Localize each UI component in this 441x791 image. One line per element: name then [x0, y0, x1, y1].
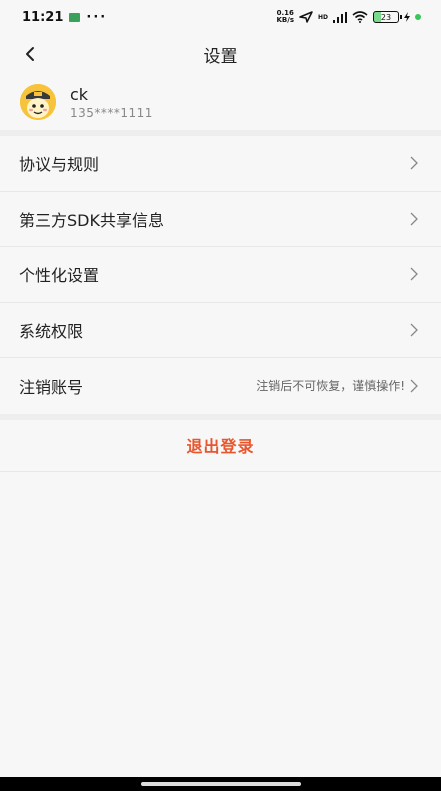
user-profile[interactable]: ck 135****1111: [0, 74, 441, 130]
menu-item-right: [409, 156, 419, 170]
location-arrow-icon: [299, 11, 313, 23]
battery-level: 23: [380, 12, 392, 22]
menu-item-delete-account[interactable]: 注销账号 注销后不可恢复，谨慎操作!: [0, 358, 441, 414]
menu-item-label: 个性化设置: [19, 266, 100, 286]
delete-account-warning: 注销后不可恢复，谨慎操作!: [256, 379, 405, 394]
status-bar: 11:21 ··· 0.16 KB/s HD 23: [0, 0, 441, 34]
avatar[interactable]: [20, 84, 56, 120]
system-navigation-bar: [0, 777, 441, 791]
chevron-right-icon: [410, 212, 418, 226]
status-time: 11:21: [22, 9, 64, 25]
charging-bolt-icon: [404, 12, 410, 22]
back-button[interactable]: [16, 40, 44, 68]
profile-name: ck: [70, 84, 89, 104]
status-left: 11:21 ···: [22, 10, 107, 25]
menu-item-right: [409, 212, 419, 226]
chevron-left-icon: [26, 47, 34, 61]
signal-icon: [333, 11, 347, 23]
profile-text: ck 135****1111: [70, 85, 153, 120]
menu-item-label: 注销账号: [19, 377, 84, 397]
navigation-bar: 设置: [0, 34, 441, 74]
menu-item-right: [409, 323, 419, 337]
settings-menu: 协议与规则 第三方SDK共享信息 个性化设置 系统权限 注销账号 注销后不可恢复…: [0, 136, 441, 414]
menu-item-label: 协议与规则: [19, 155, 100, 175]
hd-label: HD: [317, 13, 328, 21]
menu-item-system-permissions[interactable]: 系统权限: [0, 303, 441, 358]
menu-item-label: 第三方SDK共享信息: [19, 210, 164, 230]
privacy-indicator-dot: [415, 14, 421, 20]
battery-icon: 23: [373, 11, 402, 23]
logout-label: 退出登录: [186, 437, 255, 456]
menu-item-right: [409, 267, 419, 281]
menu-item-right: 注销后不可恢复，谨慎操作!: [256, 377, 419, 394]
logout-button[interactable]: 退出登录: [0, 420, 441, 472]
menu-item-third-party-sdk[interactable]: 第三方SDK共享信息: [0, 192, 441, 247]
status-right: 0.16 KB/s HD 23: [277, 10, 421, 24]
message-notification-icon: [69, 12, 81, 22]
chevron-right-icon: [410, 379, 418, 393]
home-indicator[interactable]: [140, 782, 301, 786]
chevron-right-icon: [410, 267, 418, 281]
menu-item-label: 系统权限: [19, 321, 84, 341]
menu-item-agreements[interactable]: 协议与规则: [0, 136, 441, 192]
network-speed: 0.16 KB/s: [277, 10, 294, 24]
menu-item-personalization[interactable]: 个性化设置: [0, 247, 441, 303]
chevron-right-icon: [410, 156, 418, 170]
chevron-right-icon: [410, 323, 418, 337]
more-notifications-icon: ···: [86, 9, 108, 25]
network-speed-unit: KB/s: [276, 16, 294, 24]
cartoon-avatar-icon: [20, 84, 56, 120]
wifi-icon: [352, 11, 368, 23]
profile-phone: 135****1111: [70, 105, 153, 120]
page-title: 设置: [203, 46, 238, 67]
